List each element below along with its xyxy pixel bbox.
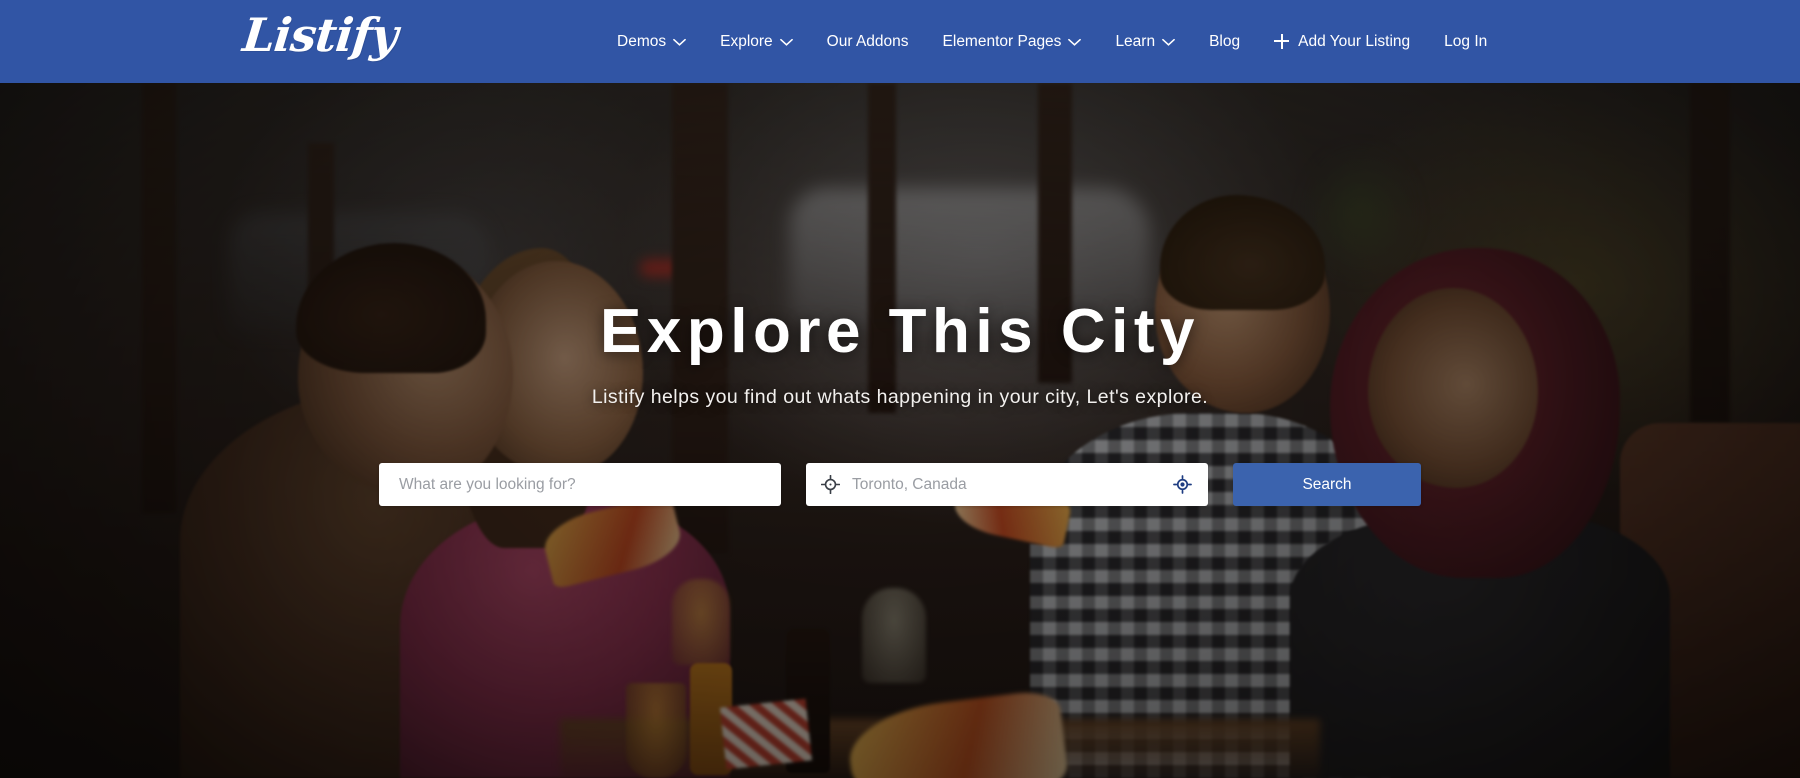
- nav-label-explore: Explore: [720, 32, 773, 50]
- site-logo[interactable]: Listify: [240, 8, 400, 62]
- location-input[interactable]: [852, 475, 1161, 494]
- hero-subtitle: Listify helps you find out whats happeni…: [591, 386, 1209, 408]
- search-input[interactable]: [399, 475, 761, 494]
- keyword-search-field[interactable]: [379, 463, 781, 506]
- chevron-down-icon: [779, 38, 793, 47]
- nav-item-demos[interactable]: Demos: [600, 0, 703, 83]
- nav-label-elementor-pages: Elementor Pages: [942, 32, 1062, 50]
- hero-content: Explore This City Listify helps you find…: [0, 83, 1800, 778]
- chevron-down-icon: [1162, 38, 1175, 47]
- hero-section: Explore This City Listify helps you find…: [0, 83, 1800, 778]
- crosshair-target-icon: [820, 474, 841, 495]
- location-search-field[interactable]: [806, 463, 1208, 506]
- chevron-down-icon: [673, 38, 686, 47]
- nav-item-learn[interactable]: Learn: [1098, 0, 1192, 83]
- my-location-icon[interactable]: [1173, 475, 1192, 494]
- nav-item-add-your-listing[interactable]: Add Your Listing: [1257, 0, 1427, 83]
- nav-item-elementor-pages[interactable]: Elementor Pages: [926, 0, 1099, 83]
- search-button[interactable]: Search: [1233, 463, 1421, 506]
- nav-label-blog: Blog: [1209, 32, 1241, 50]
- nav-label-learn: Learn: [1115, 32, 1156, 50]
- nav-item-blog[interactable]: Blog: [1192, 0, 1257, 83]
- nav-label-log-in: Log In: [1444, 32, 1488, 50]
- nav-label-add-your-listing: Add Your Listing: [1298, 32, 1411, 50]
- nav-label-demos: Demos: [617, 32, 667, 50]
- site-header: Listify Demos Explore Our Addons Element…: [0, 0, 1800, 83]
- hero-title: Explore This City: [600, 297, 1200, 366]
- hero-search-form: Search: [379, 463, 1421, 506]
- nav-item-explore[interactable]: Explore: [703, 0, 810, 83]
- chevron-down-icon: [1068, 38, 1082, 47]
- nav-label-our-addons: Our Addons: [826, 32, 909, 50]
- nav-item-our-addons[interactable]: Our Addons: [810, 0, 926, 83]
- plus-icon: [1274, 34, 1290, 49]
- page-root: Listify Demos Explore Our Addons Element…: [0, 0, 1800, 778]
- nav-item-log-in[interactable]: Log In: [1427, 0, 1504, 83]
- main-navigation: Demos Explore Our Addons Elementor Pages: [600, 0, 1504, 83]
